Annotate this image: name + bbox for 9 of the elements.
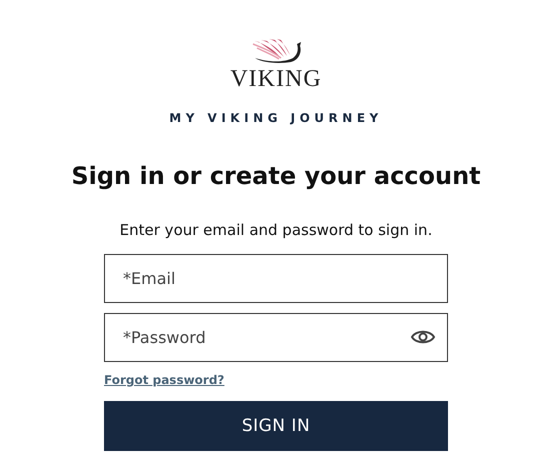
instructions-text: Enter your email and password to sign in. (120, 220, 432, 240)
tagline: MY VIKING JOURNEY (169, 110, 383, 126)
email-field[interactable]: *Email (104, 254, 448, 303)
page-heading: Sign in or create your account (71, 161, 481, 192)
forgot-password-link[interactable]: Forgot password? (104, 372, 224, 388)
password-field[interactable]: *Password (104, 313, 448, 362)
sign-in-button[interactable]: SIGN IN (104, 401, 448, 451)
logo-wordmark: VIKING (230, 66, 322, 92)
show-password-icon[interactable] (410, 328, 436, 346)
